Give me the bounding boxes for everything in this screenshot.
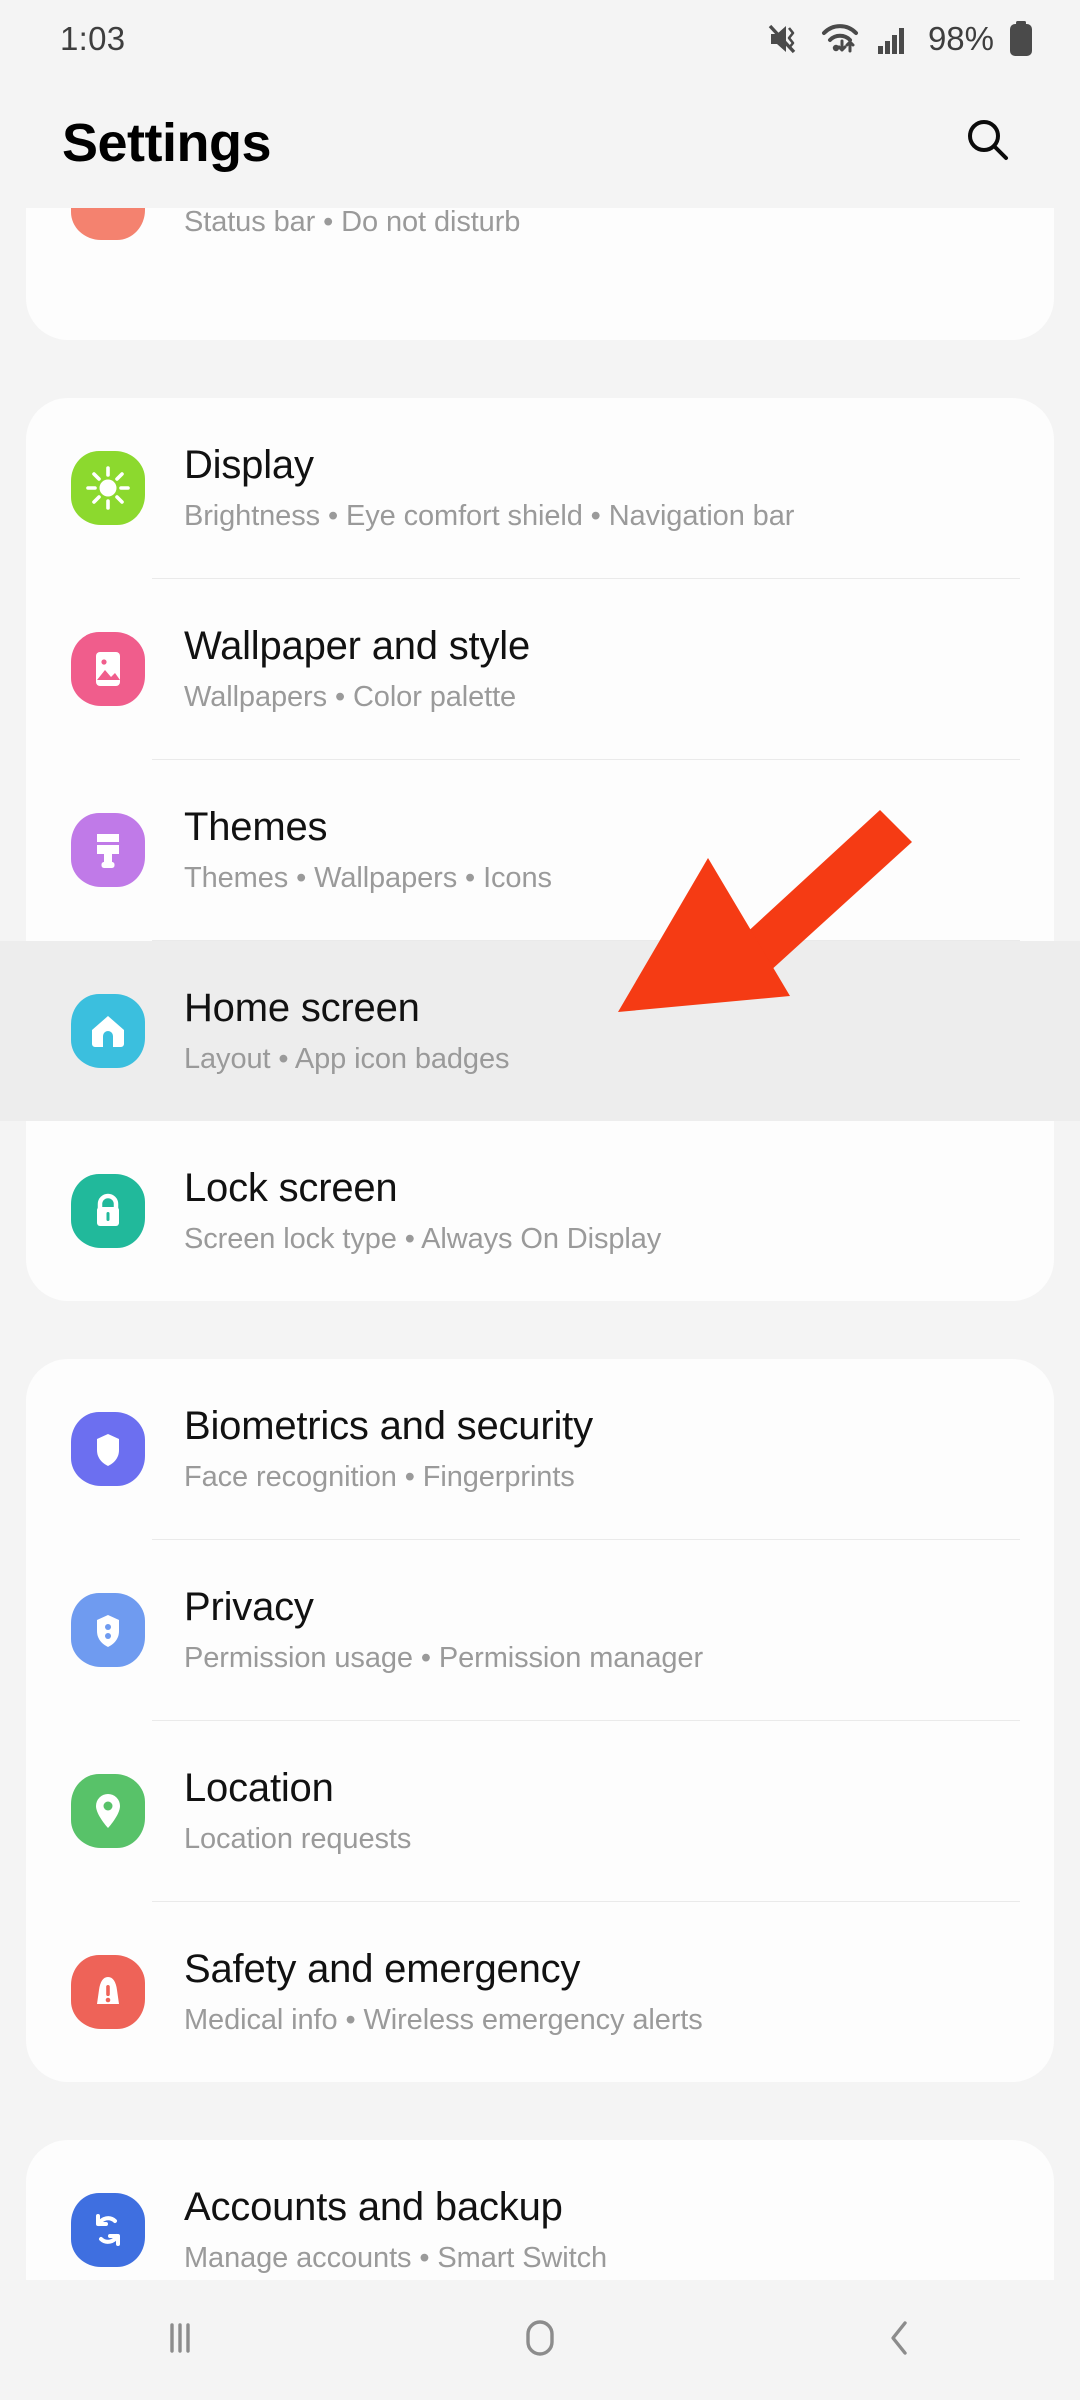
settings-list[interactable]: Status bar • Do not disturb Display Brig… xyxy=(0,208,1080,2280)
list-item-title: Biometrics and security xyxy=(184,1404,593,1449)
home-button[interactable] xyxy=(460,2280,620,2400)
lock-padlock-icon xyxy=(71,1174,145,1248)
list-item-accounts-and-backup[interactable]: Accounts and backup Manage accounts • Sm… xyxy=(26,2140,1054,2280)
signal-bars-icon xyxy=(877,22,911,56)
list-item-title: Themes xyxy=(184,805,328,850)
search-icon xyxy=(961,114,1015,173)
back-button[interactable] xyxy=(820,2280,980,2400)
paintbrush-icon-wrap xyxy=(62,813,154,887)
recents-button[interactable] xyxy=(100,2280,260,2400)
wallpaper-image-icon xyxy=(71,632,145,706)
list-item-title: Display xyxy=(184,443,314,488)
lock-padlock-icon-wrap xyxy=(62,1174,154,1248)
list-item-subtitle: Layout • App icon badges xyxy=(184,1042,510,1075)
privacy-shield-icon xyxy=(71,1593,145,1667)
notifications-icon xyxy=(62,208,154,240)
shield-icon xyxy=(71,1412,145,1486)
list-item-wallpaper-and-style[interactable]: Wallpaper and style Wallpapers • Color p… xyxy=(26,579,1054,759)
home-house-icon-wrap xyxy=(62,994,154,1068)
list-item-title: Accounts and backup xyxy=(184,2185,563,2230)
list-item-subtitle: Location requests xyxy=(184,1822,412,1855)
list-item-lock-screen[interactable]: Lock screen Screen lock type • Always On… xyxy=(26,1121,1054,1301)
wifi-icon xyxy=(820,21,864,57)
search-button[interactable] xyxy=(948,103,1028,183)
list-item-subtitle: Face recognition • Fingerprints xyxy=(184,1460,575,1493)
list-item-biometrics-and-security[interactable]: Biometrics and security Face recognition… xyxy=(26,1359,1054,1539)
phone-screen: 1:03 98% Settings Status bar • Do not di… xyxy=(0,0,1080,2400)
brightness-sun-icon xyxy=(71,451,145,525)
battery-percent: 98% xyxy=(927,20,994,57)
list-item-subtitle: Screen lock type • Always On Display xyxy=(184,1222,662,1255)
list-item-title: Home screen xyxy=(184,986,420,1031)
location-pin-icon-wrap xyxy=(62,1774,154,1848)
wallpaper-image-icon-wrap xyxy=(62,632,154,706)
list-item-subtitle: Brightness • Eye comfort shield • Naviga… xyxy=(184,499,795,532)
status-icons: 98% xyxy=(767,20,1034,58)
recents-icon xyxy=(154,2312,206,2369)
list-item-subtitle: Medical info • Wireless emergency alerts xyxy=(184,2003,703,2036)
mute-vibrate-icon xyxy=(767,21,807,57)
emergency-alert-icon-wrap xyxy=(62,1955,154,2029)
location-pin-icon xyxy=(71,1774,145,1848)
list-item-subtitle: Manage accounts • Smart Switch xyxy=(184,2241,608,2274)
home-house-icon xyxy=(71,994,145,1068)
brightness-sun-icon-wrap xyxy=(62,451,154,525)
privacy-shield-icon-wrap xyxy=(62,1593,154,1667)
list-item-safety-and-emergency[interactable]: Safety and emergency Medical info • Wire… xyxy=(26,1902,1054,2082)
list-item-location[interactable]: Location Location requests xyxy=(26,1721,1054,1901)
list-item-title: Privacy xyxy=(184,1585,314,1630)
battery-icon xyxy=(1008,20,1034,58)
list-item-subtitle: Status bar • Do not disturb xyxy=(184,208,521,238)
status-time: 1:03 xyxy=(60,20,126,57)
list-item-title: Lock screen xyxy=(184,1166,398,1211)
list-item-display[interactable]: Display Brightness • Eye comfort shield … xyxy=(26,398,1054,578)
list-item-title: Safety and emergency xyxy=(184,1947,581,1992)
status-bar: 1:03 98% xyxy=(0,0,1080,78)
list-item-home-screen[interactable]: Home screen Layout • App icon badges xyxy=(0,941,1080,1121)
list-item-title: Location xyxy=(184,1766,334,1811)
list-item-subtitle: Wallpapers • Color palette xyxy=(184,680,517,713)
list-item-subtitle: Permission usage • Permission manager xyxy=(184,1641,704,1674)
paintbrush-icon xyxy=(71,813,145,887)
navigation-bar xyxy=(0,2280,1080,2400)
home-circle-icon xyxy=(514,2312,566,2369)
list-item-notifications[interactable]: Status bar • Do not disturb xyxy=(26,208,1054,278)
settings-card-security: Biometrics and security Face recognition… xyxy=(26,1359,1054,2082)
settings-card-notifications: Status bar • Do not disturb xyxy=(26,208,1054,340)
settings-card-accounts: Accounts and backup Manage accounts • Sm… xyxy=(26,2140,1054,2280)
list-item-title: Wallpaper and style xyxy=(184,624,531,669)
list-item-themes[interactable]: Themes Themes • Wallpapers • Icons xyxy=(26,760,1054,940)
list-item-subtitle: Themes • Wallpapers • Icons xyxy=(184,861,552,894)
page-title: Settings xyxy=(62,113,272,173)
back-chevron-icon xyxy=(874,2312,926,2369)
app-header: Settings xyxy=(0,78,1080,208)
emergency-alert-icon xyxy=(71,1955,145,2029)
shield-icon-wrap xyxy=(62,1412,154,1486)
settings-card-display: Display Brightness • Eye comfort shield … xyxy=(0,398,1080,1301)
sync-refresh-icon-wrap xyxy=(62,2193,154,2267)
list-item-privacy[interactable]: Privacy Permission usage • Permission ma… xyxy=(26,1540,1054,1720)
sync-refresh-icon xyxy=(71,2193,145,2267)
